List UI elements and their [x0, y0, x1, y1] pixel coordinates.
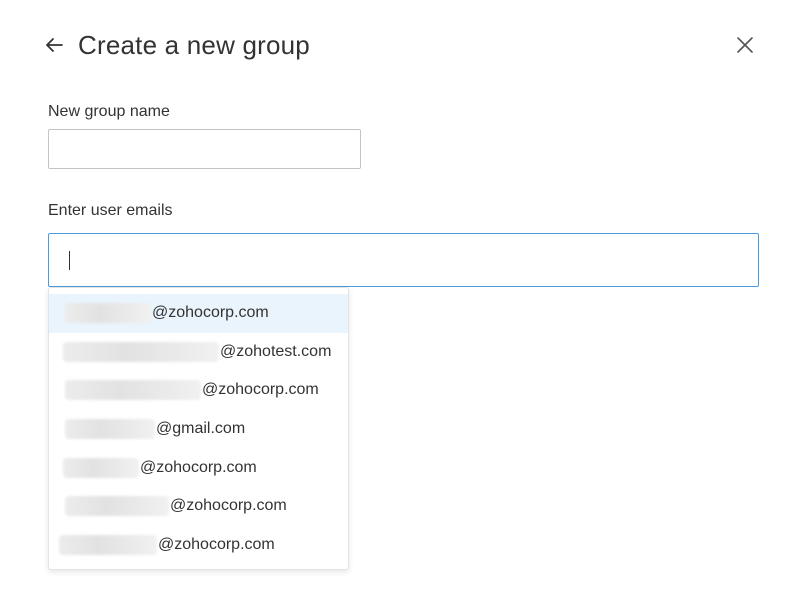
redacted-username — [63, 457, 139, 478]
suggestion-domain: @zohocorp.com — [152, 304, 269, 322]
user-emails-label: Enter user emails — [48, 202, 173, 219]
suggestion-item[interactable]: @zohocorp.com — [49, 526, 348, 565]
suggestion-item[interactable]: @zohotest.com — [49, 333, 348, 372]
redacted-username — [63, 341, 219, 362]
page-title: Create a new group — [78, 30, 310, 60]
suggestion-domain: @zohocorp.com — [170, 497, 287, 515]
arrow-left-icon[interactable] — [42, 33, 66, 57]
create-group-dialog: Create a new group New group name Enter … — [0, 0, 786, 609]
suggestion-item[interactable]: @zohocorp.com — [49, 487, 348, 526]
suggestion-domain: @zohocorp.com — [202, 381, 319, 399]
text-caret — [69, 251, 70, 270]
redacted-username — [65, 380, 201, 401]
suggestion-domain: @zohotest.com — [220, 342, 332, 360]
close-icon[interactable] — [733, 33, 757, 57]
suggestion-domain: @gmail.com — [156, 420, 246, 438]
redacted-username — [59, 534, 157, 555]
redacted-username — [65, 303, 151, 324]
group-name-label: New group name — [48, 103, 170, 120]
redacted-username — [65, 496, 169, 517]
group-name-input[interactable] — [48, 129, 361, 169]
suggestion-item[interactable]: @zohocorp.com — [49, 294, 348, 333]
email-suggestions-dropdown: @zohocorp.com @zohotest.com @zohocorp.co… — [48, 287, 349, 570]
redacted-username — [65, 419, 155, 440]
suggestion-domain: @zohocorp.com — [158, 535, 275, 553]
suggestion-item[interactable]: @zohocorp.com — [49, 371, 348, 410]
suggestion-domain: @zohocorp.com — [140, 458, 257, 476]
user-emails-input[interactable] — [48, 233, 759, 287]
suggestion-item[interactable]: @gmail.com — [49, 410, 348, 449]
suggestion-item[interactable]: @zohocorp.com — [49, 448, 348, 487]
